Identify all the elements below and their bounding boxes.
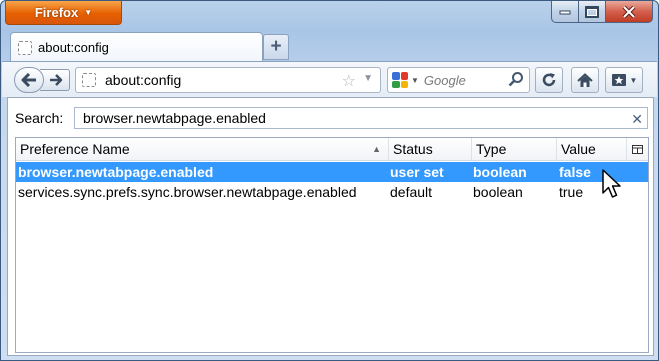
google-icon[interactable] xyxy=(392,72,408,88)
forward-arrow-icon xyxy=(50,74,63,86)
config-search-value[interactable]: browser.newtabpage.enabled xyxy=(83,110,266,126)
table-row[interactable]: services.sync.prefs.sync.browser.newtabp… xyxy=(16,182,648,202)
column-label: Status xyxy=(393,141,433,157)
preferences-table: Preference Name ▲ Status Type Value brow… xyxy=(15,137,649,353)
bookmarks-icon xyxy=(611,74,626,86)
preference-type: boolean xyxy=(473,184,523,200)
column-header-value[interactable]: Value xyxy=(557,138,627,160)
firefox-window: Firefox ▼ about:config + about:config ☆ … xyxy=(0,0,659,361)
close-window-button[interactable] xyxy=(606,1,653,23)
preference-value: false xyxy=(559,164,591,180)
minimize-icon xyxy=(559,10,571,14)
bookmarks-menu-button[interactable]: ▼ xyxy=(605,67,643,93)
column-header-preference-name[interactable]: Preference Name ▲ xyxy=(16,138,389,160)
url-text[interactable]: about:config xyxy=(105,72,181,88)
mouse-cursor-icon xyxy=(602,169,621,198)
firefox-menu-label: Firefox xyxy=(34,5,79,20)
config-search-row: Search: browser.newtabpage.enabled ✕ xyxy=(15,107,649,129)
tab-about-config[interactable]: about:config xyxy=(10,32,263,62)
maximize-button[interactable] xyxy=(579,1,606,23)
site-identity-icon[interactable] xyxy=(82,73,96,87)
url-history-dropdown-icon[interactable]: ▼ xyxy=(363,73,373,84)
config-search-input[interactable]: browser.newtabpage.enabled ✕ xyxy=(74,107,648,129)
window-caption-buttons xyxy=(551,1,653,23)
minimize-button[interactable] xyxy=(551,1,579,23)
chevron-down-icon: ▼ xyxy=(84,8,93,17)
column-header-type[interactable]: Type xyxy=(472,138,557,160)
search-bar[interactable]: ▼ Google xyxy=(387,67,530,93)
preference-status: default xyxy=(390,184,433,200)
home-icon xyxy=(577,72,593,87)
back-button[interactable] xyxy=(14,67,44,93)
column-label: Preference Name xyxy=(20,141,130,157)
clear-search-icon[interactable]: ✕ xyxy=(631,109,643,129)
page-icon xyxy=(18,40,32,55)
close-icon xyxy=(622,5,636,18)
reload-button[interactable] xyxy=(535,67,563,93)
chevron-down-icon: ▼ xyxy=(629,75,638,85)
column-label: Value xyxy=(561,141,596,157)
search-placeholder[interactable]: Google xyxy=(424,73,466,88)
firefox-menu-button[interactable]: Firefox ▼ xyxy=(5,1,122,25)
about-config-page: Search: browser.newtabpage.enabled ✕ Pre… xyxy=(7,97,654,356)
forward-button[interactable] xyxy=(40,69,70,91)
maximize-icon xyxy=(585,5,599,18)
column-picker-icon xyxy=(632,144,643,154)
home-button[interactable] xyxy=(571,67,599,93)
search-label: Search: xyxy=(15,110,64,126)
preference-type: boolean xyxy=(473,164,527,180)
preference-status: user set xyxy=(390,164,444,180)
column-header-status[interactable]: Status xyxy=(389,138,472,160)
new-tab-button[interactable]: + xyxy=(263,34,289,60)
column-label: Type xyxy=(476,141,507,157)
tab-title: about:config xyxy=(38,40,109,55)
back-arrow-icon xyxy=(21,73,36,87)
preference-name: browser.newtabpage.enabled xyxy=(18,164,214,180)
url-bar[interactable]: about:config ☆ ▼ xyxy=(75,67,381,93)
plus-icon: + xyxy=(270,36,282,57)
column-picker-button[interactable] xyxy=(627,138,648,160)
magnifier-icon[interactable] xyxy=(508,71,524,90)
reload-icon xyxy=(542,73,556,87)
bookmark-star-icon[interactable]: ☆ xyxy=(342,71,356,91)
table-row[interactable]: browser.newtabpage.enabled user set bool… xyxy=(16,162,648,182)
back-forward-group xyxy=(14,67,70,93)
navigation-toolbar: about:config ☆ ▼ ▼ Google ▼ xyxy=(2,61,657,97)
preference-value: true xyxy=(559,184,584,200)
search-engine-dropdown-icon[interactable]: ▼ xyxy=(411,76,419,85)
table-header: Preference Name ▲ Status Type Value xyxy=(16,138,648,161)
sort-ascending-icon: ▲ xyxy=(372,144,381,154)
preference-name: services.sync.prefs.sync.browser.newtabp… xyxy=(18,184,357,200)
